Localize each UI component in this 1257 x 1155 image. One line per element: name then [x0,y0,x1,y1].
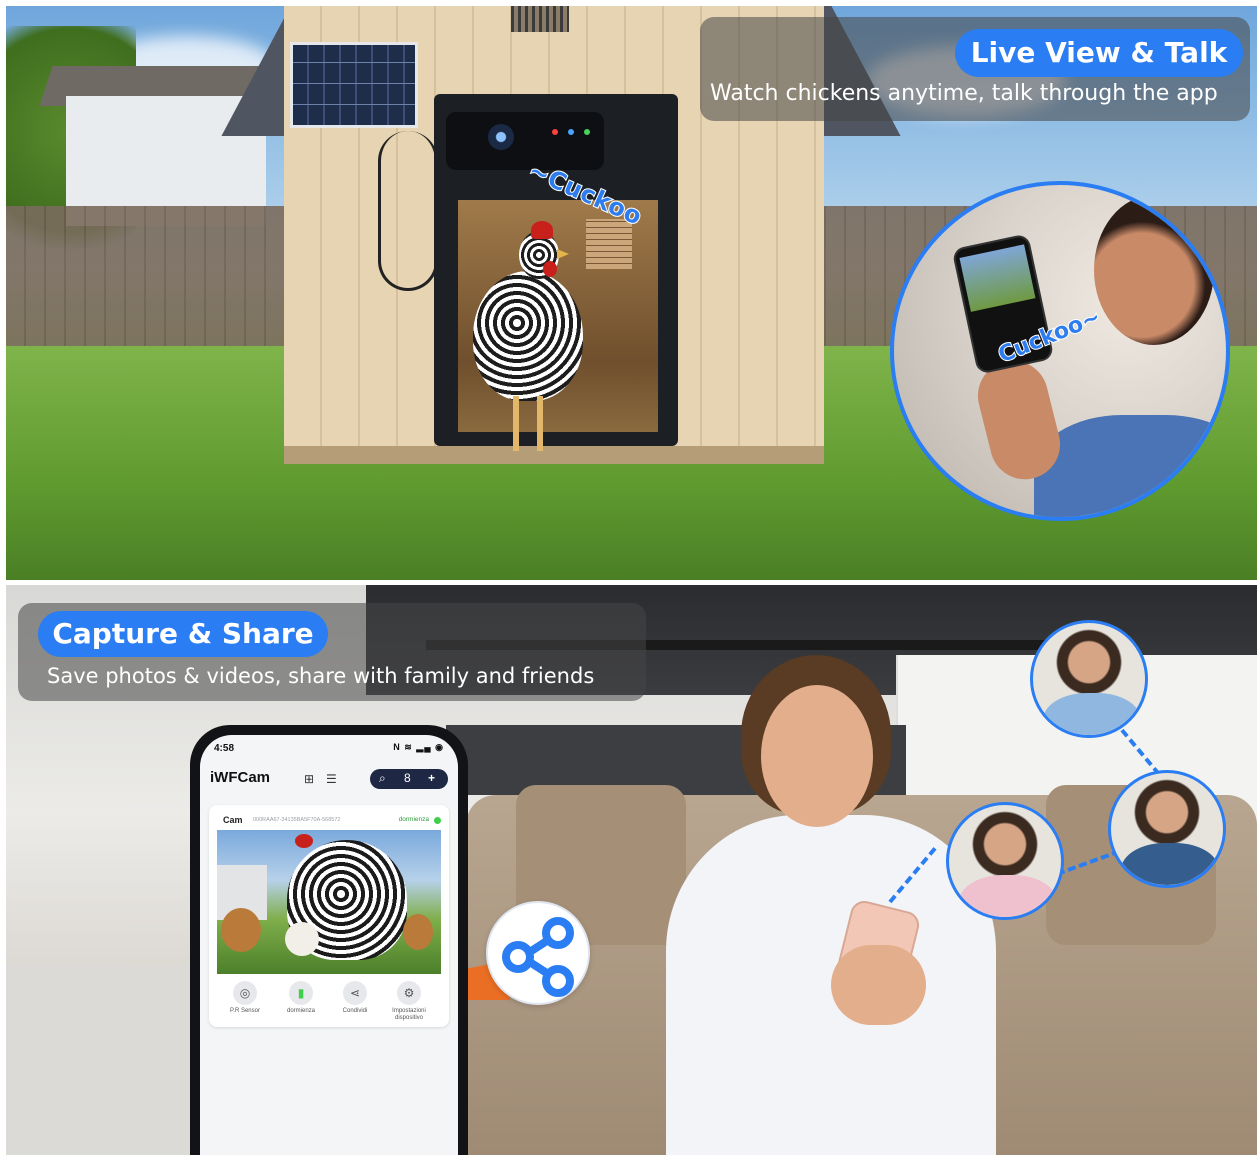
share-button[interactable]: ⋖ Condividi [327,981,383,1015]
friend-avatar-3 [946,802,1064,920]
status-time: 4:58 [214,743,235,754]
live-view-title: Live View & Talk [955,29,1243,77]
camera-card[interactable]: Cam 000RAA67-34135BA5F70A-568572 dormien… [209,805,449,1027]
share-icon-callout [486,901,590,1005]
motion-sensor-icon: ◎ [233,981,257,1005]
scan-icon[interactable]: 8 [404,771,411,785]
app-screen: 4:58 N ≋ ▂▄ ◉ iWFCam ⊞ ☰ ⌕ 8 + Cam 000RA… [200,735,458,1155]
coop-vent [511,6,569,32]
search-icon[interactable]: ⌕ [379,771,386,786]
status-led-blue [568,129,574,135]
list-view-icon[interactable]: ☰ [326,772,337,786]
add-device-icon[interactable]: + [428,771,435,785]
header-action-pill: ⌕ 8 + [370,769,448,789]
woman-using-phone-inset [890,181,1230,521]
camera-device-id: 000RAA67-34135BA5F70A-568572 [253,817,341,823]
battery-icon: ▮ [289,981,313,1005]
camera-status: dormienza [398,816,429,823]
live-view-subtitle: Watch chickens anytime, talk through the… [710,81,1218,106]
status-icons: N ≋ ▂▄ ◉ [393,742,444,752]
share-icon: ⋖ [343,981,367,1005]
action-label: Impostazioni dispositivo [392,1008,426,1021]
camera-live-preview[interactable] [217,830,441,974]
app-header: iWFCam ⊞ ☰ ⌕ 8 + [200,761,458,797]
friend-avatar-2 [1108,770,1226,888]
pir-sensor-button[interactable]: ◎ P.R Sensor [217,981,273,1015]
gear-icon: ⚙ [397,981,421,1005]
solar-panel [290,42,418,128]
friend-avatar-1 [1030,620,1148,738]
share-icon [502,917,574,997]
capture-subtitle: Save photos & videos, share with family … [47,664,595,688]
door-camera-housing [446,112,604,170]
status-led-red [552,129,558,135]
sleep-mode-button[interactable]: ▮ dormienza [273,981,329,1015]
action-label: P.R Sensor [230,1008,260,1014]
grid-view-icon[interactable]: ⊞ [304,772,314,786]
camera-name: Cam [223,815,243,825]
action-label: dormienza [286,1008,315,1014]
device-settings-button[interactable]: ⚙ Impostazioni dispositivo [381,981,437,1022]
status-led-green [584,129,590,135]
chicken [461,221,586,451]
camera-lens-icon [488,124,514,150]
action-label: Condividi [342,1008,368,1014]
app-title: iWFCam [210,769,270,786]
status-bar: 4:58 N ≋ ▂▄ ◉ [200,735,458,759]
phone-mockup: 4:58 N ≋ ▂▄ ◉ iWFCam ⊞ ☰ ⌕ 8 + Cam 000RA… [190,725,468,1155]
power-cable [378,131,438,291]
online-indicator-icon [434,817,441,824]
capture-title: Capture & Share [38,611,328,657]
